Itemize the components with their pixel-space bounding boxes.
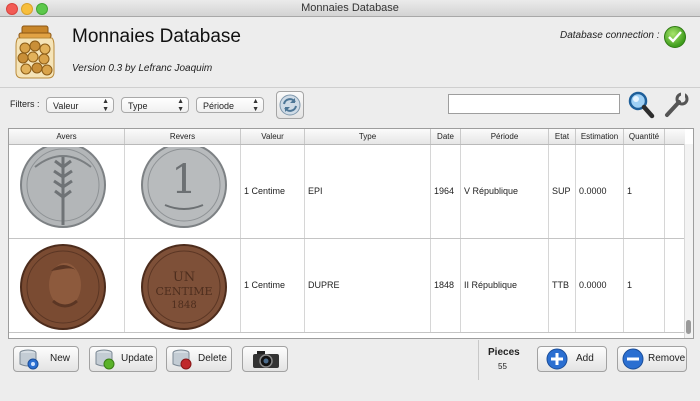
check-icon — [664, 26, 686, 48]
cell-quantite: 1 — [624, 239, 665, 332]
search-button[interactable] — [627, 90, 655, 120]
pieces-label: Pieces — [488, 347, 520, 358]
cell-type: DUPRE — [305, 239, 431, 332]
camera-button[interactable] — [242, 346, 288, 372]
coin-reverse-image: UN CENTIME 1848 — [125, 239, 241, 332]
col-header-quantite[interactable]: Quantité — [624, 129, 665, 144]
svg-text:1: 1 — [171, 157, 196, 203]
add-button-label: Add — [576, 353, 594, 364]
pieces-count: 55 — [498, 362, 507, 371]
cell-date: 1964 — [431, 145, 461, 238]
add-button[interactable]: Add — [537, 346, 607, 372]
close-window-button[interactable] — [6, 3, 18, 15]
filter-periode-label: Période — [203, 101, 235, 111]
filter-type-select[interactable]: Type ▲ ▼ — [121, 97, 189, 113]
svg-text:UN: UN — [173, 270, 195, 285]
cell-date: 1848 — [431, 239, 461, 332]
header-divider — [0, 87, 700, 88]
filter-valeur-label: Valeur — [53, 101, 79, 111]
cell-periode: II République — [461, 239, 549, 332]
table-row[interactable]: 1 1 Centime EPI 1964 V République SUP 0.… — [9, 145, 685, 239]
minus-icon — [622, 348, 644, 370]
refresh-button[interactable] — [276, 91, 304, 119]
svg-text:1848: 1848 — [171, 300, 196, 311]
cell-type: EPI — [305, 145, 431, 238]
new-button[interactable]: New — [13, 346, 79, 372]
update-button[interactable]: Update — [89, 346, 157, 372]
col-header-revers[interactable]: Revers — [125, 129, 241, 144]
col-header-avers[interactable]: Avers — [9, 129, 125, 144]
svg-text:CENTIME: CENTIME — [155, 285, 212, 298]
select-arrows-icon: ▲ ▼ — [252, 98, 259, 113]
filter-type-label: Type — [128, 101, 148, 111]
plus-icon — [546, 348, 568, 370]
cell-estimation: 0.0000 — [576, 145, 624, 238]
remove-button[interactable]: Remove — [617, 346, 687, 372]
database-update-icon — [95, 349, 115, 370]
select-arrows-icon: ▲ ▼ — [177, 98, 184, 113]
search-input[interactable] — [448, 94, 620, 114]
table-vertical-scrollbar[interactable] — [684, 144, 693, 338]
filters-label: Filters : — [10, 99, 40, 109]
col-header-type[interactable]: Type — [305, 129, 431, 144]
delete-button-label: Delete — [198, 353, 227, 364]
select-arrows-icon: ▲ ▼ — [102, 98, 109, 113]
window-title: Monnaies Database — [301, 2, 399, 14]
coin-obverse-image — [9, 145, 125, 238]
database-delete-icon — [172, 349, 192, 370]
zoom-window-button[interactable] — [36, 3, 48, 15]
version-label: Version 0.3 by Lefranc Joaquim — [72, 63, 213, 74]
new-button-label: New — [50, 353, 71, 364]
cell-etat: TTB — [549, 239, 576, 332]
wrench-icon — [665, 92, 689, 117]
col-header-valeur[interactable]: Valeur — [241, 129, 305, 144]
coin-obverse-image — [9, 239, 125, 332]
settings-button[interactable] — [661, 92, 689, 118]
cell-valeur: 1 Centime — [241, 145, 305, 238]
col-header-etat[interactable]: Etat — [549, 129, 576, 144]
title-bar: Monnaies Database — [0, 0, 700, 17]
table-row[interactable]: UN CENTIME 1848 1 Centime DUPRE 1848 II … — [9, 239, 685, 333]
col-header-periode[interactable]: Période — [461, 129, 549, 144]
camera-icon — [253, 351, 279, 368]
update-button-label: Update — [121, 353, 154, 364]
refresh-icon — [279, 94, 301, 116]
cell-etat: SUP — [549, 145, 576, 238]
table-header: Avers Revers Valeur Type Date Période Et… — [9, 129, 685, 145]
cell-estimation: 0.0000 — [576, 239, 624, 332]
db-connection-label: Database connection : — [560, 30, 660, 41]
filter-valeur-select[interactable]: Valeur ▲ ▼ — [46, 97, 114, 113]
filter-periode-select[interactable]: Période ▲ ▼ — [196, 97, 264, 113]
app-title: Monnaies Database — [72, 26, 241, 47]
cell-periode: V République — [461, 145, 549, 238]
scrollbar-thumb[interactable] — [686, 320, 691, 334]
footer-divider — [478, 340, 479, 380]
cell-valeur: 1 Centime — [241, 239, 305, 332]
cell-quantite: 1 — [624, 145, 665, 238]
coin-reverse-image: 1 — [125, 145, 241, 238]
col-header-date[interactable]: Date — [431, 129, 461, 144]
magnifier-icon — [628, 91, 655, 119]
col-header-estimation[interactable]: Estimation — [576, 129, 624, 144]
database-new-icon — [19, 349, 39, 370]
app-window: Monnaies Database Monnaies Database Vers… — [0, 0, 700, 401]
coins-table: Avers Revers Valeur Type Date Période Et… — [8, 128, 694, 339]
minimize-window-button[interactable] — [21, 3, 33, 15]
coin-jar-logo-icon — [15, 25, 55, 79]
delete-button[interactable]: Delete — [166, 346, 232, 372]
remove-button-label: Remove — [648, 353, 686, 364]
